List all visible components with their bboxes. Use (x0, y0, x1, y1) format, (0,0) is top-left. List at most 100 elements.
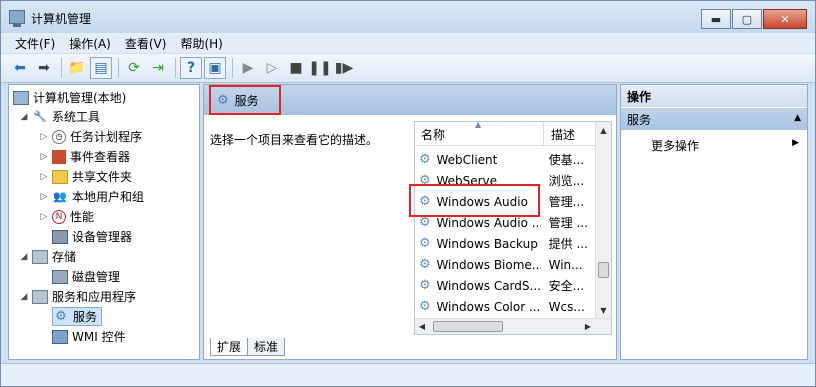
tree-item-label: 计算机管理(本地) (33, 91, 127, 105)
tree-item-wmi[interactable]: WMI 控件 (52, 327, 126, 346)
more-actions-link[interactable]: 更多操作 (651, 137, 699, 154)
scroll-thumb[interactable] (433, 321, 503, 332)
scroll-right-arrow-icon[interactable]: ▶ (581, 319, 595, 334)
actions-section-label: 服务 (627, 113, 652, 127)
start-service-button[interactable]: ▶ (237, 57, 259, 79)
scroll-left-arrow-icon[interactable]: ◀ (415, 319, 429, 334)
tree-item-local-users[interactable]: ▷ 👥 本地用户和组 (39, 187, 144, 206)
collapse-up-icon[interactable]: ▲ (794, 113, 801, 123)
forward-button[interactable]: ➡ (33, 57, 55, 79)
tab-standard[interactable]: 标准 (247, 338, 286, 356)
minimize-icon: ▬ (710, 12, 722, 26)
actions-header: 操作 (621, 85, 807, 107)
gear-icon: ⚙ (55, 309, 67, 324)
tree-item-performance[interactable]: ▷ N 性能 (39, 207, 94, 226)
tree-item-device-manager[interactable]: 设备管理器 (52, 227, 132, 246)
window-title: 计算机管理 (31, 12, 92, 26)
minimize-button[interactable]: ▬ (701, 9, 731, 29)
menu-help[interactable]: 帮助(H) (180, 35, 222, 52)
menu-action[interactable]: 操作(A) (69, 35, 111, 52)
service-description: Wcs... (548, 299, 585, 314)
title-bar[interactable]: 计算机管理 ▬ ▢ ✕ (1, 1, 815, 33)
gear-icon: ⚙ (419, 152, 431, 167)
service-row[interactable]: ⚙ Windows CardS... 安全... (415, 275, 593, 296)
back-button[interactable]: ⬅ (9, 57, 31, 79)
clock-icon: ◷ (52, 129, 66, 144)
scroll-thumb[interactable] (598, 262, 609, 278)
service-name: Windows Color ... (436, 299, 541, 314)
show-hide-console-tree-button[interactable]: ▤ (90, 57, 112, 79)
refresh-button[interactable]: ⟳ (123, 57, 145, 79)
collapse-arrow-icon[interactable]: ◢ (19, 252, 29, 262)
column-header-name[interactable]: 名称 (421, 126, 445, 143)
column-header-description[interactable]: 描述 (551, 126, 575, 143)
collapse-arrow-icon[interactable]: ◢ (19, 112, 29, 122)
service-description: 安全... (548, 279, 585, 293)
up-folder-button[interactable]: 📁 (66, 57, 88, 79)
horizontal-scrollbar[interactable]: ◀ ▶ (415, 318, 611, 334)
expand-arrow-icon[interactable]: ▷ (39, 172, 49, 182)
tree-item-label: 本地用户和组 (72, 190, 145, 204)
device-manager-icon (52, 229, 68, 244)
expand-arrow-icon[interactable]: ▷ (39, 212, 49, 222)
expand-arrow-icon[interactable]: ▷ (39, 152, 49, 162)
export-list-button[interactable]: ⇥ (147, 57, 169, 79)
submenu-arrow-icon[interactable]: ▶ (792, 138, 799, 148)
description-text: 选择一个项目来查看它的描述。 (210, 133, 379, 147)
export-icon: ⇥ (152, 60, 164, 76)
actions-section-services[interactable]: 服务 ▲ (621, 108, 807, 130)
tree-item-services[interactable]: ⚙ 服务 (52, 307, 103, 326)
service-name: Windows Backup (436, 236, 538, 251)
gear-icon: ⚙ (419, 257, 431, 272)
close-button[interactable]: ✕ (763, 9, 807, 29)
scroll-up-arrow-icon[interactable]: ▲ (596, 122, 611, 138)
tree-item-system-tools[interactable]: ◢ 🔧 系统工具 (19, 107, 100, 126)
tree-item-root[interactable]: 计算机管理(本地) (13, 88, 126, 107)
toolbar-separator (61, 58, 62, 78)
service-description: 提供 ... (548, 237, 588, 251)
disk-icon (52, 269, 68, 284)
scroll-down-arrow-icon[interactable]: ▼ (596, 302, 611, 318)
pause-service-button[interactable]: ❚❚ (308, 57, 332, 79)
stop-icon: ■ (289, 60, 303, 76)
services-pane: ⚙ 服务 选择一个项目来查看它的描述。 名称 ▲ 描述 ⚙ WebClient … (203, 84, 617, 360)
restart-icon: ▮▶ (334, 60, 354, 76)
pause-icon: ❚❚ (308, 60, 332, 76)
tree-item-disk-management[interactable]: 磁盘管理 (52, 267, 120, 286)
vertical-scrollbar[interactable]: ▲ ▼ (595, 122, 611, 318)
gear-icon: ⚙ (419, 215, 431, 230)
tree-item-label: 存储 (52, 250, 77, 264)
service-name: Windows Audio ... (436, 215, 541, 230)
service-row[interactable]: ⚙ WebClient 使基... (415, 149, 593, 170)
tree-item-label: 服务 (73, 310, 98, 324)
show-hide-action-pane-button[interactable]: ▣ (204, 57, 226, 79)
service-row[interactable]: ⚙ Windows Biome... Win... (415, 254, 593, 275)
computer-management-icon (9, 10, 25, 27)
expand-arrow-icon[interactable]: ▷ (39, 132, 49, 142)
resume-service-button[interactable]: ▷ (261, 57, 283, 79)
column-divider[interactable] (543, 122, 544, 146)
services-title-highlight: ⚙ 服务 (209, 85, 281, 115)
tree-item-shared-folders[interactable]: ▷ 共享文件夹 (39, 167, 132, 186)
restart-service-button[interactable]: ▮▶ (333, 57, 355, 79)
help-button[interactable]: ? (180, 57, 202, 79)
menu-bar: 文件(F) 操作(A) 查看(V) 帮助(H) (1, 33, 815, 53)
tree-item-services-apps[interactable]: ◢ 服务和应用程序 (19, 287, 136, 306)
stop-service-button[interactable]: ■ (285, 57, 307, 79)
windows-audio-highlight (409, 184, 540, 217)
tab-extended[interactable]: 扩展 (210, 338, 249, 356)
computer-management-window: 计算机管理 ▬ ▢ ✕ 文件(F) 操作(A) 查看(V) 帮助(H) ⬅ ➡ … (0, 0, 816, 387)
service-row[interactable]: ⚙ Windows Color ... Wcs... (415, 296, 593, 317)
services-list: 名称 ▲ 描述 ⚙ WebClient 使基... ⚙ WebServe 浏览.… (414, 120, 612, 335)
maximize-button[interactable]: ▢ (732, 9, 762, 29)
tree-item-task-scheduler[interactable]: ▷ ◷ 任务计划程序 (39, 127, 142, 146)
menu-view[interactable]: 查看(V) (125, 35, 167, 52)
collapse-arrow-icon[interactable]: ◢ (19, 292, 29, 302)
toolbar-separator (232, 58, 233, 78)
wmi-icon (52, 329, 68, 344)
service-row[interactable]: ⚙ Windows Backup 提供 ... (415, 233, 593, 254)
expand-arrow-icon[interactable]: ▷ (39, 192, 49, 202)
tree-item-event-viewer[interactable]: ▷ 事件查看器 (39, 147, 130, 166)
menu-file[interactable]: 文件(F) (15, 35, 55, 52)
tree-item-storage[interactable]: ◢ 存储 (19, 247, 76, 266)
